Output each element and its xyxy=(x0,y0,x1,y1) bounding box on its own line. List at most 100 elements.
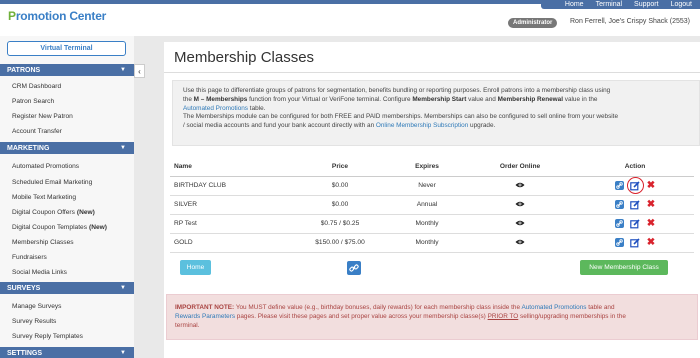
sidebar-item-patron-search[interactable]: Patron Search xyxy=(0,94,134,108)
section-patrons[interactable]: PATRONS ▼ xyxy=(0,64,134,76)
top-header: Home Terminal Support Logout Promotion C… xyxy=(0,0,700,36)
link-icon[interactable] xyxy=(614,181,624,190)
chevron-left-icon: ‹ xyxy=(138,66,141,76)
sidebar-item-survey-results[interactable]: Survey Results xyxy=(0,314,134,328)
section-marketing-label: MARKETING xyxy=(7,144,50,152)
online-membership-subscription-link[interactable]: Online Membership Subscription xyxy=(376,122,468,129)
info-text: value in the xyxy=(562,95,598,103)
nav-support-link[interactable]: Support xyxy=(634,1,659,8)
cell-order-online xyxy=(464,176,576,196)
cell-order-online xyxy=(464,195,576,215)
info-line: the M – Memberships function from your V… xyxy=(183,96,689,105)
automated-promotions-link[interactable]: Automated Promotions xyxy=(521,304,586,311)
info-text: value and xyxy=(466,95,498,103)
note-text: selling/upgrading memberships in the xyxy=(518,313,626,320)
sidebar-item-crm-dashboard[interactable]: CRM Dashboard xyxy=(0,79,134,93)
link-icon[interactable] xyxy=(614,238,624,247)
sidebar-item-digital-coupon-templates[interactable]: Digital Coupon Templates (New) xyxy=(0,220,134,234)
new-tag: (New) xyxy=(89,223,107,231)
delete-icon[interactable]: ✖ xyxy=(647,200,655,210)
section-marketing[interactable]: MARKETING ▼ xyxy=(0,142,134,154)
edit-icon[interactable] xyxy=(630,199,641,210)
cell-name: RP Test xyxy=(170,214,290,234)
link-icon[interactable] xyxy=(614,200,624,209)
info-line: / social media accounts and fund your ba… xyxy=(183,122,689,131)
info-bold: M – Memberships xyxy=(193,95,248,103)
edit-icon[interactable] xyxy=(630,218,641,229)
top-nav: Home Terminal Support Logout xyxy=(540,0,700,9)
rewards-parameters-link[interactable]: Rewards Parameters xyxy=(175,313,235,320)
chain-link-icon xyxy=(349,264,359,272)
cell-order-online xyxy=(464,214,576,234)
nav-home-link[interactable]: Home xyxy=(565,1,584,8)
eye-icon[interactable] xyxy=(515,201,525,207)
section-surveys[interactable]: SURVEYS ▼ xyxy=(0,282,134,294)
section-settings[interactable]: SETTINGS ▼ xyxy=(0,347,134,358)
sidebar-item-survey-reply-templates[interactable]: Survey Reply Templates xyxy=(0,329,134,343)
sidebar-item-digital-coupon-offers[interactable]: Digital Coupon Offers (New) xyxy=(0,205,134,219)
cell-actions: ✖ xyxy=(576,195,694,215)
table-row: BIRTHDAY CLUB $0.00 Never ✖ xyxy=(170,176,694,196)
caret-down-icon: ▼ xyxy=(120,285,126,291)
nav-terminal-link[interactable]: Terminal xyxy=(596,1,622,8)
delete-icon[interactable]: ✖ xyxy=(647,219,655,229)
delete-icon[interactable]: ✖ xyxy=(647,181,655,191)
brand-logo[interactable]: Promotion Center xyxy=(8,9,106,23)
sidebar-item-manage-surveys[interactable]: Manage Surveys xyxy=(0,299,134,313)
cell-actions: ✖ xyxy=(576,176,694,196)
column-header-action: Action xyxy=(576,158,694,177)
sidebar-item-label: Digital Coupon Offers xyxy=(12,208,75,216)
caret-down-icon: ▼ xyxy=(120,145,126,151)
caret-down-icon: ▼ xyxy=(120,350,126,356)
info-line: Automated Promotions table. xyxy=(183,105,689,114)
page-title: Membership Classes xyxy=(174,49,315,66)
section-surveys-label: SURVEYS xyxy=(7,284,41,292)
cell-name: GOLD xyxy=(170,233,290,253)
nav-logout-link[interactable]: Logout xyxy=(671,1,692,8)
info-text: function from your Virtual or VeriFone t… xyxy=(247,95,413,103)
column-header-price: Price xyxy=(290,158,390,177)
link-icon[interactable] xyxy=(614,219,624,228)
cell-expires: Annual xyxy=(390,195,464,215)
info-text: the xyxy=(183,95,194,103)
link-button[interactable] xyxy=(347,261,361,275)
user-info: Ron Ferrell, Joe's Crispy Shack (2553) xyxy=(570,18,690,25)
eye-icon[interactable] xyxy=(515,220,525,226)
note-text: table and xyxy=(586,304,615,311)
cell-name: SILVER xyxy=(170,195,290,215)
new-membership-class-button[interactable]: New Membership Class xyxy=(580,260,668,275)
sidebar-item-account-transfer[interactable]: Account Transfer xyxy=(0,124,134,138)
delete-icon[interactable]: ✖ xyxy=(647,238,655,248)
main-panel: Membership Classes Use this page to diff… xyxy=(164,42,700,358)
note-emphasis: PRIOR TO xyxy=(487,313,519,320)
virtual-terminal-button[interactable]: Virtual Terminal xyxy=(7,41,126,56)
info-bold: Membership Start xyxy=(412,95,467,103)
role-badge: Administrator xyxy=(508,18,558,28)
eye-icon[interactable] xyxy=(515,239,525,245)
sidebar-item-mobile-text[interactable]: Mobile Text Marketing xyxy=(0,190,134,204)
cell-price: $0.00 xyxy=(290,176,390,196)
sidebar-item-fundraisers[interactable]: Fundraisers xyxy=(0,250,134,264)
sidebar-item-register-new-patron[interactable]: Register New Patron xyxy=(0,109,134,123)
sidebar-item-membership-classes[interactable]: Membership Classes xyxy=(0,235,134,249)
cell-expires: Never xyxy=(390,176,464,196)
important-note: IMPORTANT NOTE: You MUST define value (e… xyxy=(166,294,698,340)
note-text: terminal. xyxy=(175,322,200,329)
home-button[interactable]: Home xyxy=(180,260,211,275)
sidebar-item-automated-promotions[interactable]: Automated Promotions xyxy=(0,159,134,173)
eye-icon[interactable] xyxy=(515,182,525,188)
automated-promotions-link[interactable]: Automated Promotions xyxy=(183,105,248,112)
cell-price: $0.75 / $0.25 xyxy=(290,214,390,234)
edit-icon[interactable] xyxy=(630,237,641,248)
column-header-order-online: Order Online xyxy=(464,158,576,177)
table-header-row: Name Price Expires Order Online Action xyxy=(170,158,694,177)
sidebar-item-social-media-links[interactable]: Social Media Links xyxy=(0,265,134,279)
table-row: RP Test $0.75 / $0.25 Monthly ✖ xyxy=(170,214,694,234)
sidebar-item-scheduled-email[interactable]: Scheduled Email Marketing xyxy=(0,175,134,189)
table-row: GOLD $150.00 / $75.00 Monthly ✖ xyxy=(170,233,694,253)
divider xyxy=(164,72,700,73)
sidebar-collapse-button[interactable]: ‹ xyxy=(134,64,145,78)
edit-icon[interactable] xyxy=(626,177,644,194)
caret-down-icon: ▼ xyxy=(120,67,126,73)
cell-price: $0.00 xyxy=(290,195,390,215)
